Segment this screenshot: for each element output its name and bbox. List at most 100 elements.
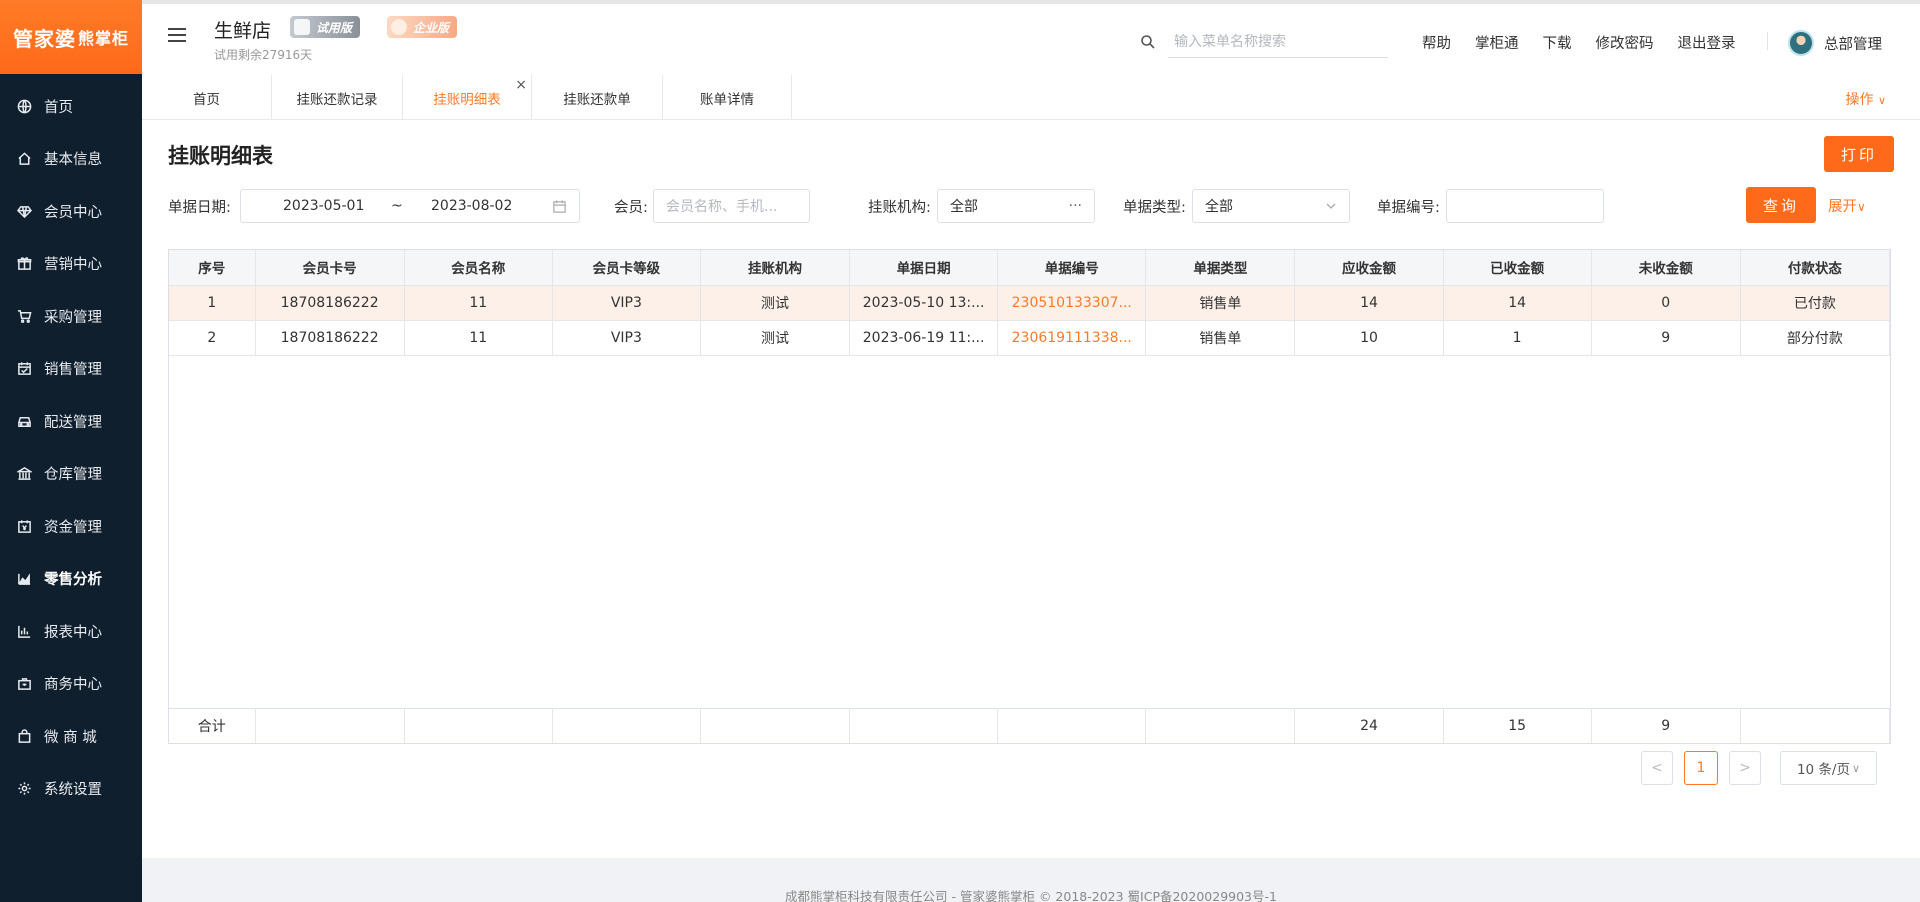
footer: 成都熊掌柜科技有限责任公司 - 管家婆熊掌柜 © 2018-2023 蜀ICP备… bbox=[142, 858, 1920, 902]
trial-badge-label: 试用版 bbox=[316, 20, 353, 35]
member-search-field[interactable]: 会员名称、手机... bbox=[653, 189, 810, 223]
sidebar-item-funds[interactable]: 资金管理 bbox=[0, 500, 142, 553]
chevron-down-icon: ∨ bbox=[1877, 94, 1886, 107]
page-1-button[interactable]: 1 bbox=[1684, 751, 1718, 785]
zhangguitong-link[interactable]: 掌柜通 bbox=[1475, 32, 1519, 53]
sidebar-item-delivery[interactable]: 配送管理 bbox=[0, 395, 142, 448]
tab-label: 账单详情 bbox=[700, 91, 754, 108]
bag-icon bbox=[16, 728, 32, 744]
sidebar-item-warehouse[interactable]: 仓库管理 bbox=[0, 448, 142, 501]
col-org: 挂账机构 bbox=[700, 250, 851, 286]
cell: 已付款 bbox=[1740, 285, 1891, 321]
sidebar-item-marketing[interactable]: 营销中心 bbox=[0, 238, 142, 291]
help-link[interactable]: 帮助 bbox=[1422, 32, 1451, 53]
user-menu[interactable]: 总部管理 bbox=[1788, 30, 1882, 56]
col-unreceived: 未收金额 bbox=[1591, 250, 1741, 286]
sidebar-item-label: 系统设置 bbox=[44, 782, 102, 799]
download-link[interactable]: 下载 bbox=[1543, 32, 1572, 53]
org-selector[interactable]: 全部 ··· bbox=[937, 189, 1095, 223]
number-input[interactable] bbox=[1446, 189, 1604, 223]
col-index: 序号 bbox=[169, 250, 256, 286]
query-button[interactable]: 查询 bbox=[1746, 187, 1816, 223]
sidebar-menu: 首页 基本信息 会员中心 营销中心 采购管理 销售管理 配送管理 仓库管理 资金… bbox=[0, 80, 142, 815]
sidebar: 管家婆 熊掌柜 首页 基本信息 会员中心 营销中心 采购管理 销售管理 配送管理… bbox=[0, 0, 142, 902]
page-size-select[interactable]: 10 条/页 ∨ bbox=[1780, 751, 1877, 785]
sidebar-item-retail-analysis[interactable]: 零售分析 bbox=[0, 553, 142, 606]
cell: 11 bbox=[404, 320, 553, 356]
org-label: 挂账机构: bbox=[868, 196, 931, 217]
col-date: 单据日期 bbox=[849, 250, 999, 286]
sidebar-item-label: 报表中心 bbox=[44, 624, 102, 641]
cell: 销售单 bbox=[1145, 320, 1296, 356]
sidebar-item-reports[interactable]: 报表中心 bbox=[0, 605, 142, 658]
table-row[interactable]: 2 18708186222 11 VIP3 测试 2023-06-19 11:.… bbox=[169, 320, 1891, 356]
tab-label: 挂账明细表 bbox=[433, 91, 501, 108]
print-button[interactable]: 打印 bbox=[1824, 136, 1894, 172]
cell: 18708186222 bbox=[255, 285, 405, 321]
close-icon[interactable]: × bbox=[515, 77, 527, 93]
col-bill-no: 单据编号 bbox=[997, 250, 1147, 286]
top-header: 生鲜店 试用剩余27916天 试用版 企业版 帮助 掌柜通 下载 修改密码 退出… bbox=[142, 0, 1920, 75]
chevron-down-icon bbox=[1326, 203, 1336, 209]
chevron-down-icon: ∨ bbox=[1851, 761, 1861, 775]
date-start[interactable]: 2023-05-01 bbox=[283, 198, 364, 214]
sidebar-item-member-center[interactable]: 会员中心 bbox=[0, 185, 142, 238]
prev-page-button[interactable]: < bbox=[1641, 751, 1673, 785]
menu-toggle-icon[interactable] bbox=[168, 28, 186, 44]
tab-home[interactable]: 首页 bbox=[142, 75, 272, 120]
logout-link[interactable]: 退出登录 bbox=[1678, 32, 1736, 53]
expand-filters-link[interactable]: 展开∨ bbox=[1828, 195, 1866, 216]
member-label: 会员: bbox=[614, 196, 648, 217]
change-password-link[interactable]: 修改密码 bbox=[1596, 32, 1654, 53]
sidebar-item-label: 仓库管理 bbox=[44, 467, 102, 484]
date-range-picker[interactable]: 2023-05-01 ~ 2023-08-02 bbox=[240, 189, 580, 223]
tab-operations-dropdown[interactable]: 操作 ∨ bbox=[1845, 89, 1886, 109]
tab-operations-label: 操作 bbox=[1845, 92, 1874, 108]
enterprise-badge-label: 企业版 bbox=[413, 20, 450, 35]
org-label-text: 挂账机构 bbox=[868, 200, 926, 216]
trial-badge: 试用版 bbox=[290, 16, 361, 38]
cell: 11 bbox=[404, 285, 553, 321]
sidebar-item-purchase[interactable]: 采购管理 bbox=[0, 290, 142, 343]
sidebar-item-label: 资金管理 bbox=[44, 519, 102, 536]
sidebar-item-settings[interactable]: 系统设置 bbox=[0, 763, 142, 816]
tab-repayment-records[interactable]: 挂账还款记录 bbox=[272, 75, 403, 120]
tab-bill-details[interactable]: 账单详情 bbox=[663, 75, 792, 120]
col-bill-type: 单据类型 bbox=[1145, 250, 1296, 286]
table-row[interactable]: 1 18708186222 11 VIP3 测试 2023-05-10 13:.… bbox=[169, 285, 1891, 321]
table-body: 序号 会员卡号 会员名称 会员卡等级 挂账机构 单据日期 单据编号 单据类型 应… bbox=[169, 250, 1891, 356]
main-content: 挂账明细表 打印 单据日期: 2023-05-01 ~ 2023-08-02 会… bbox=[142, 120, 1920, 858]
search-icon bbox=[1141, 35, 1155, 49]
money-calendar-icon bbox=[16, 518, 32, 534]
summary-label: 合计 bbox=[169, 708, 256, 743]
type-select[interactable]: 全部 bbox=[1192, 189, 1350, 223]
logo-sub: 熊掌柜 bbox=[77, 29, 129, 48]
sidebar-item-microshop[interactable]: 微 商 城 bbox=[0, 710, 142, 763]
tab-credit-detail[interactable]: 挂账明细表 × bbox=[403, 75, 532, 120]
sidebar-item-label: 首页 bbox=[44, 99, 73, 116]
cell: 测试 bbox=[700, 320, 851, 356]
sidebar-item-business[interactable]: 商务中心 bbox=[0, 658, 142, 711]
bill-no-link[interactable]: 230619111338... bbox=[997, 320, 1147, 356]
globe-icon bbox=[16, 98, 32, 114]
more-icon[interactable]: ··· bbox=[1069, 198, 1082, 214]
page-size-label: 10 条/页 bbox=[1796, 762, 1850, 778]
next-page-button[interactable]: > bbox=[1729, 751, 1761, 785]
credit-detail-table: 序号 会员卡号 会员名称 会员卡等级 挂账机构 单据日期 单据编号 单据类型 应… bbox=[168, 249, 1891, 744]
area-chart-icon bbox=[16, 571, 32, 587]
cell: 1 bbox=[1443, 320, 1592, 356]
summary-cell bbox=[552, 708, 701, 743]
logo[interactable]: 管家婆 熊掌柜 bbox=[0, 0, 142, 74]
menu-search-input[interactable] bbox=[1168, 26, 1388, 58]
bill-no-link[interactable]: 230510133307... bbox=[997, 285, 1147, 321]
sidebar-item-sales[interactable]: 销售管理 bbox=[0, 343, 142, 396]
sidebar-item-label: 销售管理 bbox=[44, 362, 102, 379]
tab-repayment-slip[interactable]: 挂账还款单 bbox=[532, 75, 663, 120]
cell: 2023-06-19 11:... bbox=[849, 320, 999, 356]
gift-icon bbox=[16, 256, 32, 272]
sidebar-item-basic-info[interactable]: 基本信息 bbox=[0, 133, 142, 186]
sidebar-item-home[interactable]: 首页 bbox=[0, 80, 142, 133]
summary-cell bbox=[404, 708, 553, 743]
chevron-down-icon: ∨ bbox=[1857, 200, 1866, 214]
date-end[interactable]: 2023-08-02 bbox=[431, 198, 512, 214]
